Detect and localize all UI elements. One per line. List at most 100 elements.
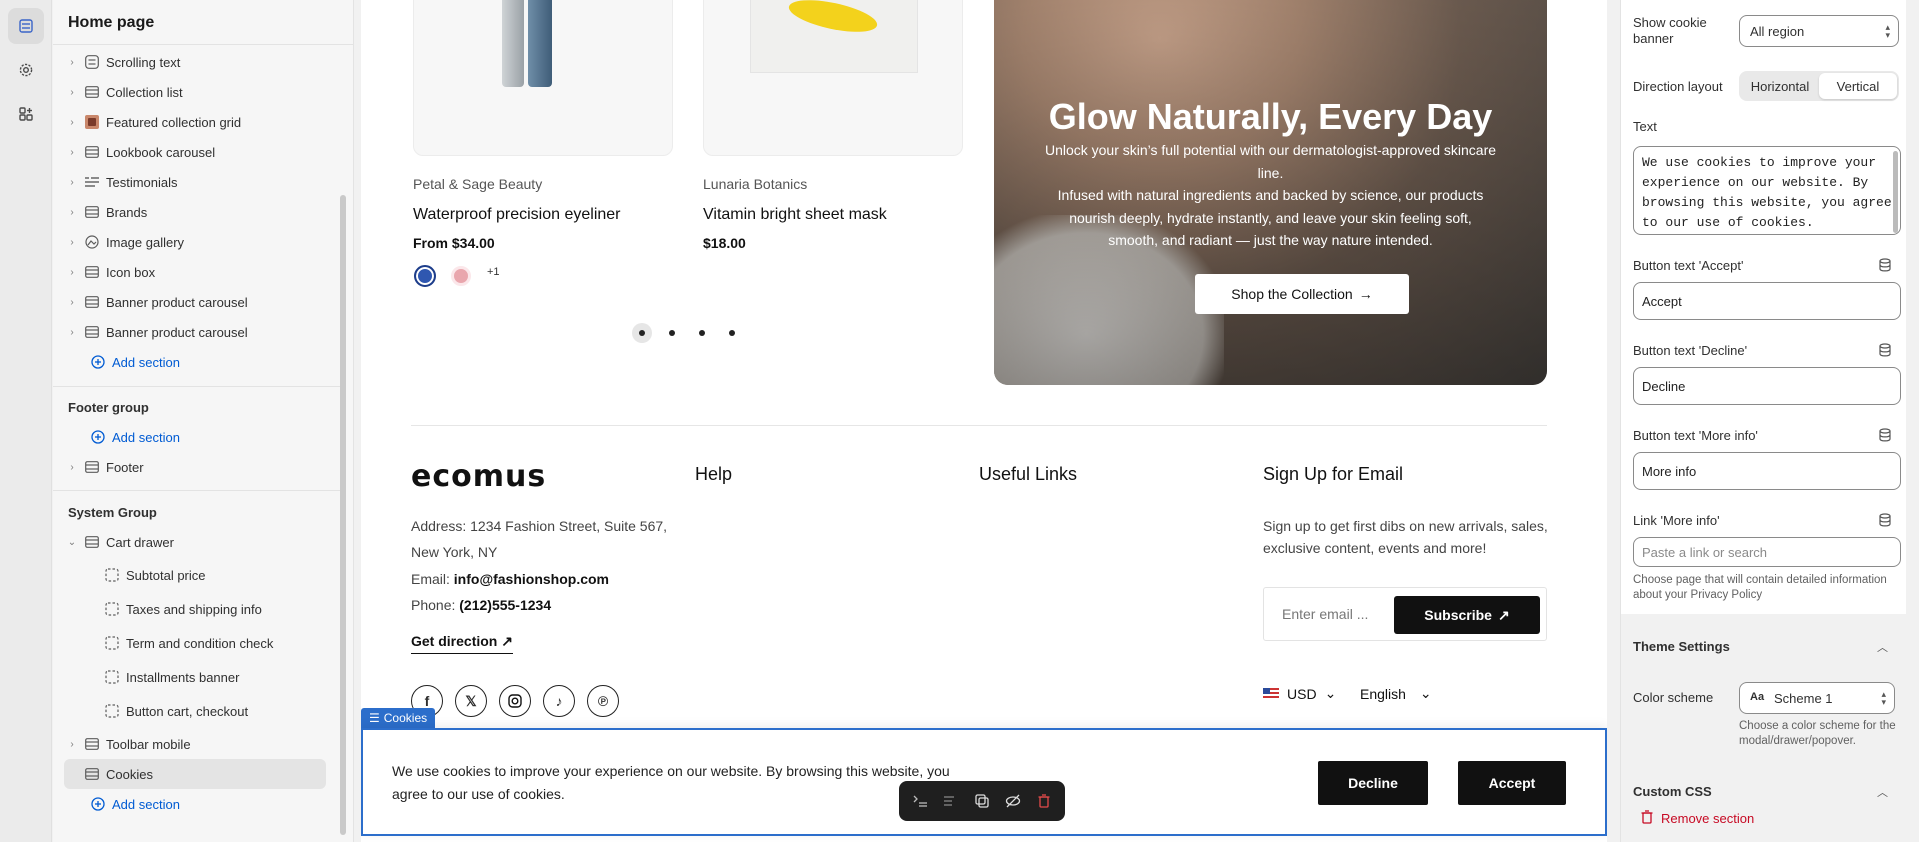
sidebar-block-item[interactable]: Term and condition check [100,628,326,658]
chevron-right-icon[interactable]: › [64,739,80,750]
sections-icon[interactable] [8,8,44,44]
product-image[interactable] [413,0,673,156]
more-info-link-help: Choose page that will contain detailed i… [1633,574,1887,601]
sidebar-item-section[interactable]: › Testimonials [64,167,326,197]
accept-text-input[interactable]: Accept [1633,282,1901,320]
remove-section-button[interactable]: Remove section [1641,810,1754,827]
chevron-right-icon[interactable]: › [64,147,80,158]
add-section-button[interactable]: Add section [86,347,348,377]
swatch-blue[interactable] [414,265,436,287]
add-section-label: Add section [112,796,180,812]
carousel-dot[interactable] [662,323,682,343]
shop-collection-button[interactable]: Shop the Collection → [1195,274,1409,314]
list-icon [84,767,100,781]
direction-option-vertical[interactable]: Vertical [1819,73,1897,99]
sections-sidebar: Home page › Scrolling text › Collection lis… [53,0,354,842]
sidebar-item-section[interactable]: › Lookbook carousel [64,137,326,167]
chevron-right-icon[interactable]: › [64,237,80,248]
list-icon [84,265,100,279]
email-link[interactable]: info@fashionshop.com [454,571,609,587]
chevron-up-icon[interactable]: ︿ [1877,639,1888,655]
sidebar-item-section[interactable]: › Brands [64,197,326,227]
move-down-icon[interactable] [940,790,962,812]
product-image[interactable] [703,0,963,156]
duplicate-icon[interactable] [971,790,993,812]
product-name[interactable]: Waterproof precision eyeliner [413,206,621,224]
subscribe-button[interactable]: Subscribe ↗ [1394,596,1540,634]
sidebar-item-cookies[interactable]: Cookies [64,759,326,789]
theme-settings-heading[interactable]: Theme Settings [1633,639,1730,654]
sidebar-block-item[interactable]: Button cart, checkout [100,696,326,726]
custom-css-heading[interactable]: Custom CSS [1633,784,1712,799]
product-name[interactable]: Vitamin bright sheet mask [703,206,887,224]
carousel-dot[interactable] [692,323,712,343]
sidebar-item-section[interactable]: › Scrolling text [64,47,326,77]
currency-selector[interactable]: USD ⌄ [1263,685,1336,702]
chevron-right-icon[interactable]: › [64,462,80,473]
tiktok-icon[interactable]: ♪ [543,685,575,717]
system-add-section-button[interactable]: Add section [86,789,348,819]
select-arrows-icon: ▴ ▾ [1885,22,1890,40]
hide-icon[interactable] [1002,790,1024,812]
sidebar-item-section[interactable]: › Banner product carousel [64,287,326,317]
dynamic-source-icon[interactable] [1878,513,1892,527]
sidebar-block-item[interactable]: Subtotal price [100,560,326,590]
sidebar-item-footer[interactable]: › Footer [64,452,326,482]
decline-text-input[interactable]: Decline [1633,367,1901,405]
chevron-right-icon[interactable]: › [64,297,80,308]
dynamic-source-icon[interactable] [1878,428,1892,442]
carousel-dot-active[interactable] [632,323,652,343]
dynamic-source-icon[interactable] [1878,343,1892,357]
chevron-right-icon[interactable]: › [64,267,80,278]
language-label: English [1360,685,1406,702]
direction-option-horizontal[interactable]: Horizontal [1741,73,1819,99]
chevron-right-icon[interactable]: › [64,177,80,188]
sidebar-item-section[interactable]: › Image gallery [64,227,326,257]
chevron-right-icon[interactable]: › [64,327,80,338]
chevron-right-icon[interactable]: › [64,207,80,218]
chevron-right-icon[interactable]: › [64,87,80,98]
decline-button[interactable]: Decline [1318,761,1428,805]
swatch-pink[interactable] [451,266,471,286]
x-icon[interactable]: 𝕏 [455,685,487,717]
logo[interactable]: ecomus [411,459,546,494]
sidebar-item-section[interactable]: › Featured collection grid [64,107,326,137]
textarea-scrollbar[interactable] [1893,151,1898,233]
apps-icon[interactable] [8,96,44,132]
delete-icon[interactable] [1033,790,1055,812]
chevron-right-icon[interactable]: › [64,117,80,128]
sidebar-block-item[interactable]: Taxes and shipping info [100,594,326,624]
sidebar-item-section[interactable]: › Banner product carousel [64,317,326,347]
chevron-up-icon[interactable]: ︿ [1877,784,1888,800]
more-info-text-input[interactable]: More info [1633,452,1901,490]
phone-link[interactable]: (212)555-1234 [459,597,551,613]
chevron-right-icon[interactable]: › [64,57,80,68]
email-input[interactable]: Enter email ... Subscribe ↗ [1263,587,1547,641]
more-info-link-input[interactable]: Paste a link or search [1633,537,1901,567]
divider [53,44,353,45]
chevron-down-icon[interactable]: ⌄ [64,537,80,548]
sidebar-scrollbar[interactable] [340,195,346,835]
color-scheme-select[interactable]: Aa Scheme 1 ▴ ▾ [1739,682,1895,714]
carousel-dot[interactable] [722,323,742,343]
move-up-icon[interactable] [909,790,931,812]
sidebar-block-item[interactable]: Installments banner [100,662,326,692]
sidebar-item-section[interactable]: › Icon box [64,257,326,287]
dynamic-source-icon[interactable] [1878,258,1892,272]
sidebar-item-section[interactable]: › Collection list [64,77,326,107]
pinterest-icon[interactable]: ℗ [587,685,619,717]
more-swatches[interactable]: +1 [487,266,500,278]
accept-button[interactable]: Accept [1458,761,1566,805]
sidebar-item-cart-drawer[interactable]: ⌄ Cart drawer [64,527,326,557]
footer-add-section-button[interactable]: Add section [86,422,348,452]
show-cookie-banner-select[interactable]: All region ▴ ▾ [1739,15,1899,47]
sidebar-item-toolbar-mobile[interactable]: › Toolbar mobile [64,729,326,759]
cookie-text-textarea[interactable]: We use cookies to improve your experienc… [1633,146,1901,235]
gear-icon[interactable] [8,52,44,88]
language-selector[interactable]: English ⌄ [1360,685,1432,702]
phone-label: Phone: [411,597,456,613]
get-direction-link[interactable]: Get direction ↗ [411,633,513,654]
instagram-icon[interactable] [499,685,531,717]
list-icon [84,535,100,549]
section-tag-cookies[interactable]: ☰ Cookies [361,708,436,728]
